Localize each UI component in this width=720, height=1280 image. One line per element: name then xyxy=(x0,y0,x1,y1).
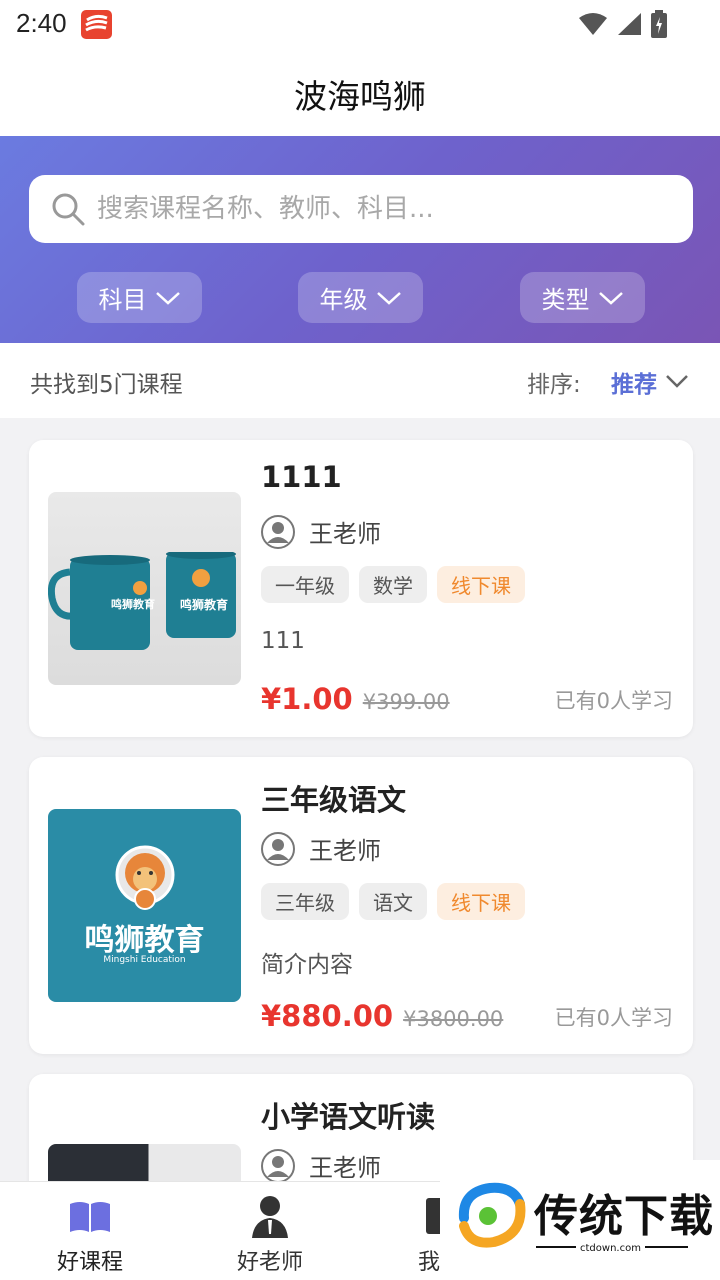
grade-tag: 三年级 xyxy=(261,883,349,920)
search-header: 科目 年级 类型 xyxy=(0,136,720,343)
page-title: 波海鸣狮 xyxy=(294,77,426,116)
course-title: 三年级语文 xyxy=(261,783,407,817)
chevron-down-icon xyxy=(155,291,180,305)
sort-dropdown[interactable]: 推荐 xyxy=(611,365,657,399)
course-price: ¥880.00 ¥3800.00 xyxy=(261,999,503,1033)
teacher-name: 王老师 xyxy=(309,1154,381,1182)
status-time: 2:40 xyxy=(16,8,67,38)
subject-tag: 语文 xyxy=(359,883,427,920)
book-icon xyxy=(70,1202,110,1232)
watermark-text: 传统下载 xyxy=(534,1191,714,1242)
chevron-down-icon xyxy=(376,291,401,305)
teacher-icon xyxy=(252,1196,288,1238)
subject-tag: 数学 xyxy=(359,566,427,603)
nav-label: 好老师 xyxy=(236,1250,303,1275)
teacher-info: 王老师 xyxy=(261,514,381,549)
nav-courses[interactable]: 好课程 xyxy=(20,1194,160,1276)
learner-count: 已有0人学习 xyxy=(554,1006,673,1030)
current-price: ¥880.00 xyxy=(261,999,394,1033)
course-title: 小学语文听读 xyxy=(261,1100,436,1134)
wifi-icon xyxy=(579,13,607,35)
mug-brand-text: 鸣狮教育 xyxy=(179,598,228,612)
nav-teachers[interactable]: 好老师 xyxy=(200,1194,340,1276)
filter-subject[interactable]: 科目 xyxy=(77,272,202,323)
filter-label: 类型 xyxy=(541,286,590,314)
status-bar: 2:40 xyxy=(0,0,720,50)
sort-label: 排序: xyxy=(527,372,581,398)
avatar-icon xyxy=(261,831,295,866)
filter-label: 科目 xyxy=(98,286,147,314)
chevron-down-icon xyxy=(598,291,623,305)
course-card[interactable]: 鸣狮教育 鸣狮教育 1111 王老师 一年级 数学 线下课 111 ¥1.00 ¥… xyxy=(29,440,693,737)
course-price: ¥1.00 ¥399.00 xyxy=(261,682,450,716)
teacher-info: 王老师 xyxy=(261,1148,381,1183)
original-price: ¥3800.00 xyxy=(403,1007,504,1031)
teacher-name: 王老师 xyxy=(309,837,381,865)
course-thumbnail: 鸣狮教育 Mingshi Education xyxy=(48,809,241,1002)
watermark-url: ctdown.com xyxy=(576,1243,645,1254)
avatar-icon xyxy=(261,514,295,549)
learner-count: 已有0人学习 xyxy=(554,689,673,713)
original-price: ¥399.00 xyxy=(362,690,450,714)
filter-grade[interactable]: 年级 xyxy=(298,272,423,323)
teacher-name: 王老师 xyxy=(309,520,381,548)
signal-icon xyxy=(618,13,641,35)
search-icon xyxy=(52,193,85,226)
chevron-down-icon[interactable] xyxy=(665,373,689,389)
course-card[interactable]: 鸣狮教育 Mingshi Education 三年级语文 王老师 三年级 语文 … xyxy=(29,757,693,1054)
course-tags: 三年级 语文 线下课 xyxy=(261,883,525,920)
watermark: 传统下载 ctdown.com xyxy=(440,1160,720,1280)
current-price: ¥1.00 xyxy=(261,682,353,716)
teacher-info: 王老师 xyxy=(261,831,381,866)
app-screen: 2:40 波海鸣狮 科目 年级 类型 共找 xyxy=(0,0,720,1280)
course-description: 简介内容 xyxy=(261,952,353,978)
course-tags: 一年级 数学 线下课 xyxy=(261,566,525,603)
grade-tag: 一年级 xyxy=(261,566,349,603)
avatar-icon xyxy=(261,1148,295,1183)
filter-type[interactable]: 类型 xyxy=(520,272,645,323)
status-icons xyxy=(578,10,668,38)
course-thumbnail: 鸣狮教育 鸣狮教育 xyxy=(48,492,241,685)
search-box[interactable] xyxy=(29,175,693,243)
title-bar: 波海鸣狮 xyxy=(0,50,720,136)
search-input[interactable] xyxy=(97,175,677,243)
type-tag: 线下课 xyxy=(437,883,525,920)
result-count: 共找到5门课程 xyxy=(30,372,183,398)
course-description: 111 xyxy=(261,628,305,654)
watermark-logo-icon xyxy=(458,1182,526,1248)
mug-brand-text: 鸣狮教育 xyxy=(111,598,155,611)
notification-app-icon xyxy=(81,10,112,39)
results-bar: 共找到5门课程 排序: 推荐 xyxy=(0,343,720,418)
filter-label: 年级 xyxy=(319,286,368,314)
nav-label: 好课程 xyxy=(56,1250,123,1275)
type-tag: 线下课 xyxy=(437,566,525,603)
brand-logo-text: 鸣狮教育 xyxy=(84,923,205,958)
battery-icon xyxy=(651,10,667,38)
course-title: 1111 xyxy=(261,460,342,494)
brand-logo-subtext: Mingshi Education xyxy=(103,955,186,965)
